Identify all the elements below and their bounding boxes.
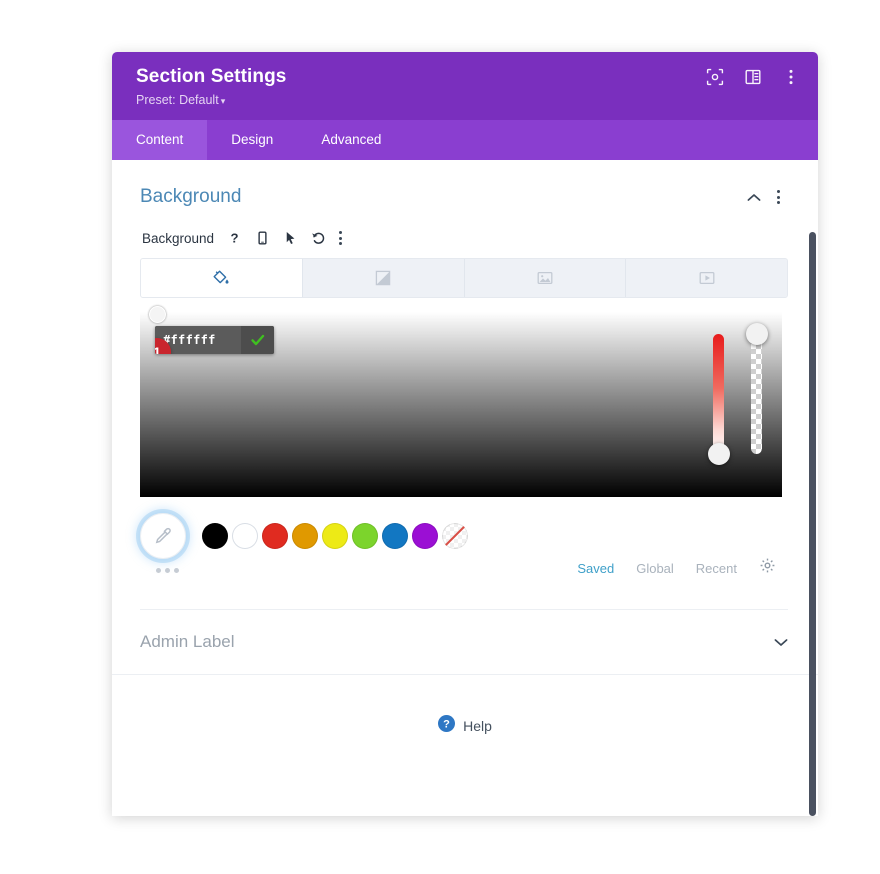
background-gradient-tab[interactable] [302,259,465,297]
svg-text:?: ? [231,231,239,246]
check-icon [250,334,264,346]
more-vertical-icon[interactable] [777,190,780,204]
gear-icon[interactable] [759,557,776,579]
hue-slider[interactable] [707,334,730,465]
alpha-slider-handle[interactable] [745,323,768,345]
modal-header: Section Settings Preset: Default ▾ [112,52,818,120]
split-view-icon[interactable] [744,68,762,86]
section-settings-modal: Section Settings Preset: Default ▾ Conte… [112,52,818,816]
help-circle-icon: ? [438,715,456,737]
eyedropper-icon [155,527,171,544]
background-type-tabs [140,258,788,298]
help-icon[interactable]: ? [227,230,242,246]
swatch-black[interactable] [202,523,228,549]
focus-target-icon[interactable] [706,68,724,86]
background-panel: Background Background ? #ffffff Saved Gl… [112,160,818,610]
help-row[interactable]: ? Help [112,675,818,737]
svg-text:?: ? [443,719,450,731]
preset-selector[interactable]: Preset: Default ▾ [136,93,796,109]
swatch-orange[interactable] [292,523,318,549]
background-field-row: Background ? [140,230,788,246]
swatch-green[interactable] [352,523,378,549]
reset-icon[interactable] [311,230,326,246]
alpha-slider[interactable] [745,323,768,454]
hex-confirm-button[interactable] [241,326,274,354]
image-icon [537,271,553,285]
tab-advanced[interactable]: Advanced [297,120,405,160]
palette-links: Saved Global Recent [140,557,788,579]
background-color-tab[interactable] [141,259,303,297]
page-title: Section Settings [136,66,287,87]
tab-content[interactable]: Content [112,120,208,160]
more-vertical-icon[interactable] [339,231,343,245]
hex-input-group: 1 [155,326,274,354]
admin-label-title: Admin Label [140,632,235,651]
gradient-icon [375,270,391,286]
swatch-yellow[interactable] [322,523,348,549]
cursor-icon[interactable] [283,230,298,246]
swatch-white[interactable] [232,523,258,549]
section-controls [747,190,788,204]
swatch-purple[interactable] [412,523,438,549]
paint-bucket-icon [213,270,229,284]
help-label: Help [463,718,492,734]
video-icon [699,271,715,285]
settings-body: Background Background ? #ffffff Saved Gl… [112,160,818,816]
settings-tabs: Content Design Advanced [112,120,818,160]
palette-recent-link[interactable]: Recent [696,561,737,576]
preset-label: Preset: Default [136,93,219,107]
chevron-down-icon: ▾ [220,96,226,106]
eyedropper-button[interactable] [140,513,186,559]
header-icon-group [706,68,800,86]
swatch-transparent[interactable] [442,523,468,549]
background-section-header: Background [140,186,788,208]
color-picker: 1 [140,306,788,499]
mobile-icon[interactable] [255,230,270,246]
vertical-scrollbar[interactable] [809,232,816,816]
tab-design[interactable]: Design [207,120,297,160]
background-video-tab[interactable] [626,259,787,297]
background-image-tab[interactable] [464,259,627,297]
chevron-down-icon[interactable] [774,638,788,647]
section-title: Background [140,186,242,207]
chevron-up-icon[interactable] [747,193,761,202]
background-field-label: Background [142,230,215,246]
saturation-value-handle[interactable] [149,306,166,323]
hue-slider-handle[interactable] [707,443,730,465]
swatch-row [140,513,788,559]
admin-label-section[interactable]: Admin Label [112,610,818,675]
palette-saved-link[interactable]: Saved [577,561,614,576]
swatch-red[interactable] [262,523,288,549]
more-vertical-icon[interactable] [782,68,800,86]
swatch-blue[interactable] [382,523,408,549]
palette-global-link[interactable]: Global [636,561,674,576]
